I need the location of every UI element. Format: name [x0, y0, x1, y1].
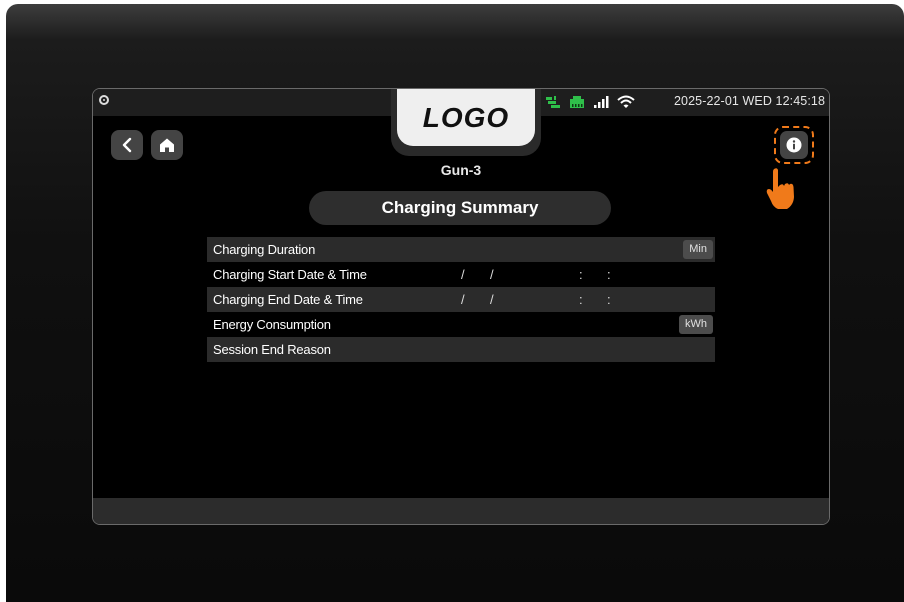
home-button[interactable] — [151, 130, 183, 160]
start-time-separator: : — [579, 267, 583, 282]
device-frame: 2025-22-01 WED 12:45:18 LOGO Gun-3 Charg… — [6, 4, 904, 602]
signal-bars-icon — [594, 96, 609, 108]
summary-row-start-time: Charging Start Date & Time / / : : — [207, 262, 715, 287]
duration-unit-badge: Min — [683, 240, 713, 259]
energy-label: Energy Consumption — [213, 317, 331, 332]
status-icons — [545, 94, 635, 110]
camera-icon — [99, 95, 109, 105]
status-datetime: 2025-22-01 WED 12:45:18 — [673, 94, 825, 108]
end-time-separator: : — [607, 292, 611, 307]
end-date-separator: / — [490, 292, 494, 307]
summary-row-end-reason: Session End Reason — [207, 337, 715, 362]
info-highlight — [774, 126, 814, 164]
tap-hand-icon — [766, 168, 794, 209]
logo-tab: LOGO — [391, 89, 541, 156]
start-date-separator: / — [490, 267, 494, 282]
info-button[interactable] — [780, 131, 808, 159]
summary-row-energy: Energy Consumption kWh — [207, 312, 715, 337]
duration-label: Charging Duration — [213, 242, 316, 257]
chevron-left-icon — [122, 137, 132, 153]
bottom-bar — [93, 498, 829, 524]
end-reason-label: Session End Reason — [213, 342, 331, 357]
energy-unit-badge: kWh — [679, 315, 713, 334]
charger-connected-icon — [546, 96, 560, 108]
start-time-label: Charging Start Date & Time — [213, 267, 367, 282]
back-button[interactable] — [111, 130, 143, 160]
gun-label: Gun-3 — [440, 162, 482, 178]
ethernet-icon — [570, 96, 584, 108]
home-icon — [160, 138, 174, 152]
logo-text: LOGO — [422, 101, 510, 133]
end-time-separator: : — [579, 292, 583, 307]
charging-summary-table: Charging Duration Min Charging Start Dat… — [207, 237, 715, 362]
summary-row-duration: Charging Duration Min — [207, 237, 715, 262]
page-title: Charging Summary — [309, 191, 611, 225]
page-title-text: Charging Summary — [381, 198, 539, 217]
start-time-separator: : — [607, 267, 611, 282]
end-date-separator: / — [461, 292, 465, 307]
wifi-icon — [617, 95, 635, 108]
info-icon — [786, 137, 802, 153]
charger-screen: 2025-22-01 WED 12:45:18 LOGO Gun-3 Charg… — [92, 88, 830, 525]
end-time-label: Charging End Date & Time — [213, 292, 363, 307]
logo-plate: LOGO — [397, 89, 535, 146]
summary-row-end-time: Charging End Date & Time / / : : — [207, 287, 715, 312]
start-date-separator: / — [461, 267, 465, 282]
